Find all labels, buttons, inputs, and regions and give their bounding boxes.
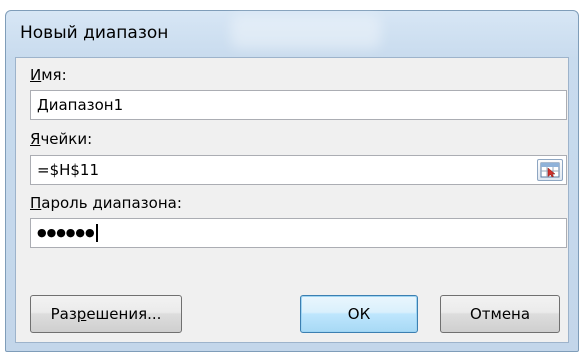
dialog-title: Новый диапазон — [20, 23, 169, 43]
cells-input[interactable]: =$H$11 — [30, 155, 567, 185]
cells-label: Ячейки: — [30, 130, 93, 148]
permissions-button[interactable]: Раз р ешения... — [30, 295, 182, 333]
new-range-dialog: Новый диапазон Имя: Диапазон1 Ячейки: =$… — [5, 10, 579, 352]
name-label: Имя: — [30, 66, 67, 84]
cancel-button[interactable]: Отмена — [440, 295, 560, 333]
password-label: Пароль диапазона: — [30, 194, 182, 212]
dialog-body: Имя: Диапазон1 Ячейки: =$H$11 Пароль диа… — [15, 57, 569, 343]
password-input[interactable]: ●●●●●● — [30, 218, 567, 248]
title-bar-glare — [231, 15, 381, 49]
collapse-dialog-icon — [540, 162, 560, 178]
text-caret — [95, 224, 98, 242]
collapse-dialog-button[interactable] — [537, 159, 563, 181]
ok-button[interactable]: ОК — [300, 295, 418, 333]
password-input-value: ●●●●●● — [37, 226, 95, 239]
cells-input-value: =$H$11 — [37, 161, 100, 179]
name-input[interactable]: Диапазон1 — [30, 90, 567, 120]
name-input-value: Диапазон1 — [37, 96, 124, 114]
